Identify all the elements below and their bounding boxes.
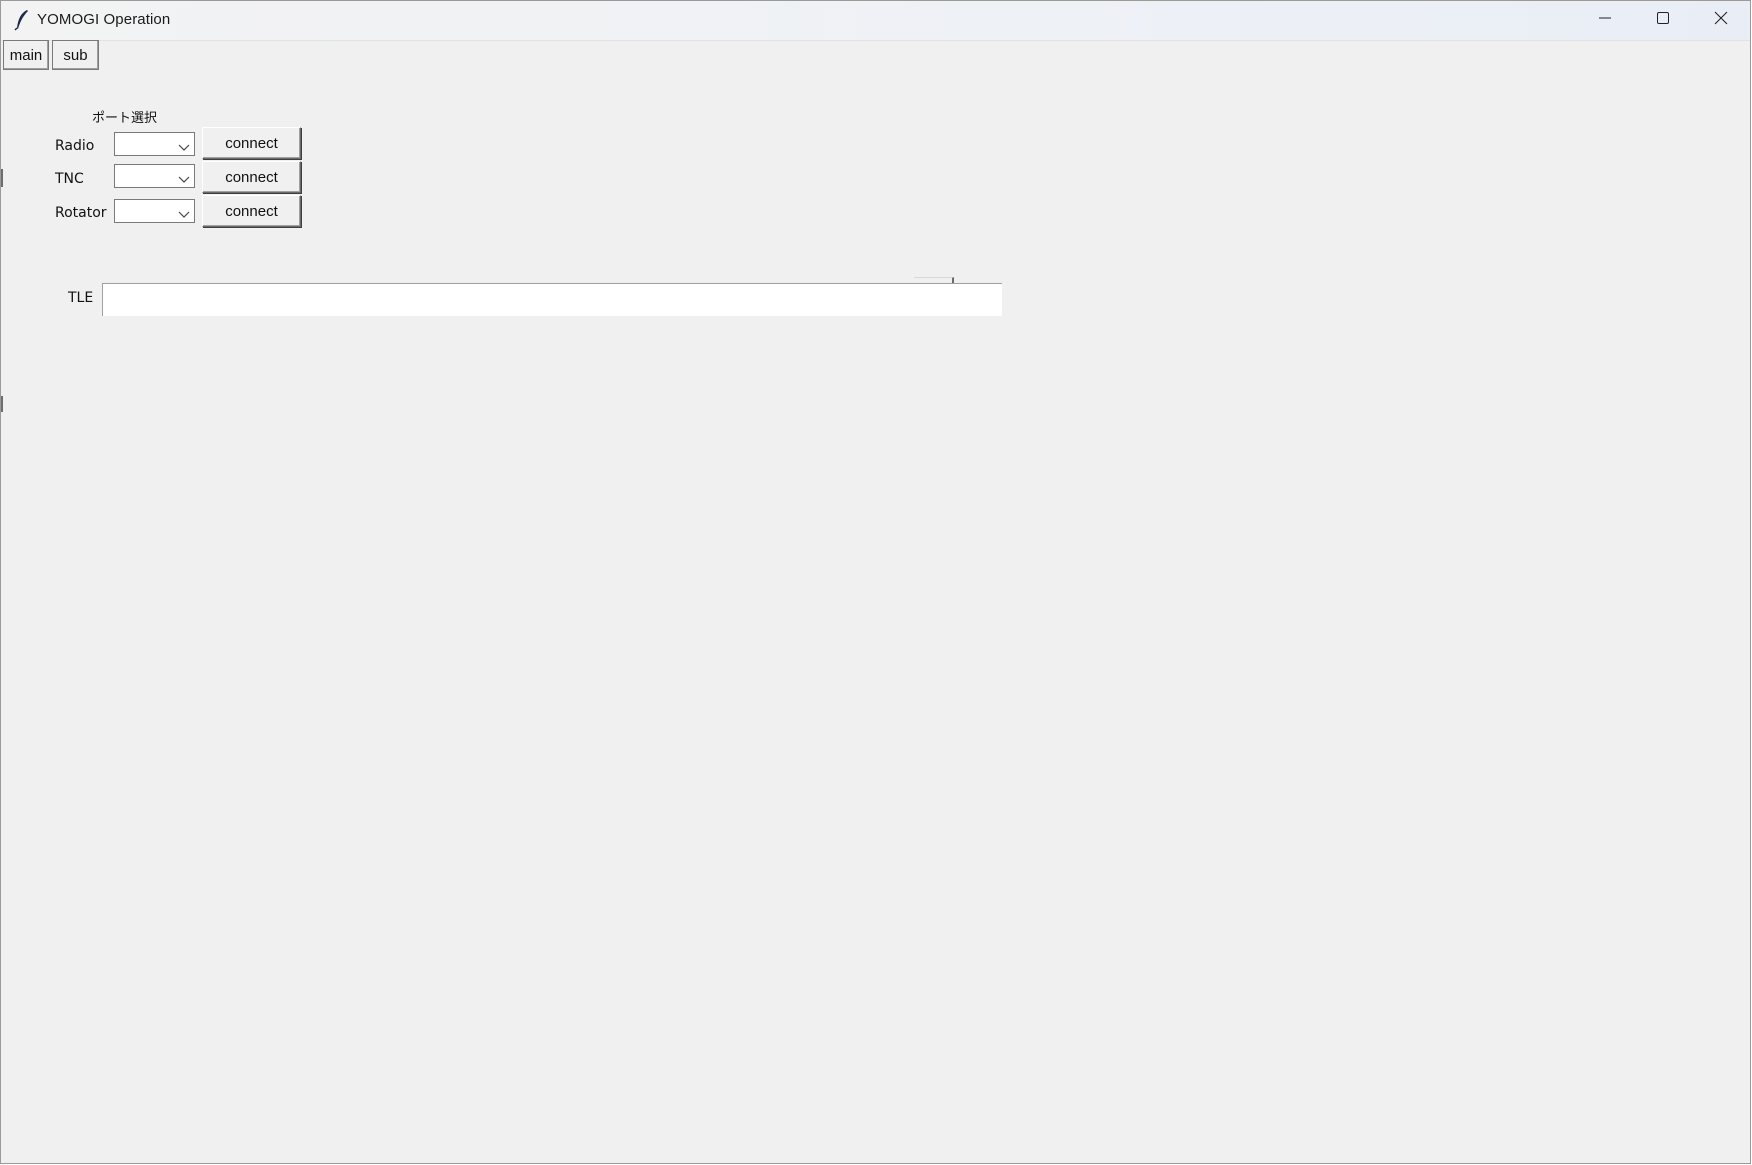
tle-input[interactable] <box>102 283 1002 316</box>
close-button[interactable] <box>1692 1 1750 40</box>
rotator-port-select[interactable] <box>114 199 195 223</box>
radio-label: Radio <box>55 138 95 154</box>
app-window: YOMOGI Operation main sub ポート選択 Radio co… <box>0 0 1751 1164</box>
rotator-label: Rotator <box>55 205 107 221</box>
radio-connect-button[interactable]: connect <box>202 127 301 159</box>
tnc-connect-button[interactable]: connect <box>202 161 301 193</box>
maximize-button[interactable] <box>1634 1 1692 40</box>
close-icon <box>1714 11 1728 30</box>
tnc-label: TNC <box>55 171 84 187</box>
tnc-port-select[interactable] <box>114 164 195 188</box>
chevron-down-icon[interactable] <box>178 206 190 218</box>
rotator-connect-button[interactable]: connect <box>202 195 301 227</box>
feather-icon <box>13 9 31 31</box>
window-edge-marker <box>1 169 3 187</box>
window-edge-marker <box>1 396 3 412</box>
tle-label: TLE <box>68 290 94 306</box>
minimize-button[interactable] <box>1576 1 1634 40</box>
tab-sub[interactable]: sub <box>52 40 99 70</box>
window-title: YOMOGI Operation <box>37 11 171 28</box>
chevron-down-icon[interactable] <box>178 171 190 183</box>
minimize-icon <box>1598 11 1612 30</box>
title-bar[interactable]: YOMOGI Operation <box>1 1 1750 41</box>
maximize-icon <box>1656 11 1670 30</box>
chevron-down-icon[interactable] <box>178 139 190 151</box>
radio-port-select[interactable] <box>114 132 195 156</box>
port-selection-title: ポート選択 <box>92 111 158 126</box>
tab-main[interactable]: main <box>3 40 49 70</box>
